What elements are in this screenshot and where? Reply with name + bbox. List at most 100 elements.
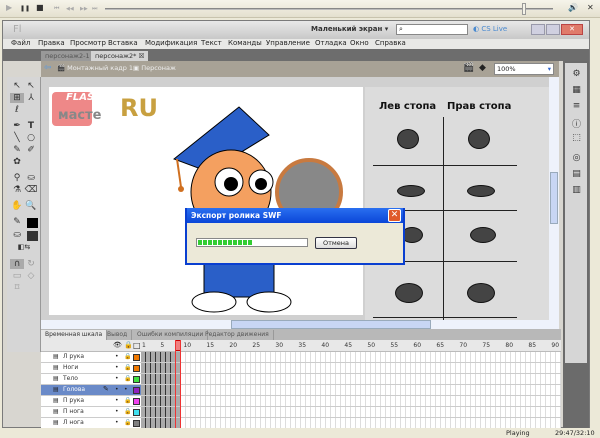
snap-magnet-icon[interactable]: ∩: [10, 259, 24, 269]
layer-color-swatch[interactable]: [133, 376, 140, 383]
swap-colors-icon[interactable]: ◧⇆: [17, 243, 31, 251]
layer-color-swatch[interactable]: [133, 354, 140, 361]
lock-icon[interactable]: 🔒: [124, 364, 131, 371]
subselection-tool-icon[interactable]: ↖: [24, 81, 38, 91]
layer-name[interactable]: П нога: [63, 408, 84, 415]
lock-icon[interactable]: 🔒: [124, 408, 131, 415]
play-button[interactable]: ▶: [6, 3, 12, 12]
free-transform-tool-icon[interactable]: ⊞: [10, 93, 24, 103]
next-button[interactable]: ⏭: [92, 5, 97, 13]
tab-motion-editor[interactable]: Редактор движения: [201, 330, 274, 340]
prev-button[interactable]: ⏮: [54, 5, 59, 13]
stroke-color-icon[interactable]: ✎: [10, 217, 24, 227]
lock-icon[interactable]: 🔒: [124, 375, 131, 382]
line-tool-icon[interactable]: ╲: [10, 133, 24, 143]
menu-debug[interactable]: Отладка: [315, 39, 347, 47]
lock-icon[interactable]: 🔒: [124, 419, 131, 426]
text-tool-icon[interactable]: T: [24, 121, 38, 131]
layer-row[interactable]: ▤ П рука • 🔒: [41, 396, 561, 407]
tab-compiler-errors[interactable]: Ошибки компиляции: [133, 330, 209, 340]
tab-output[interactable]: Вывод: [103, 330, 133, 340]
layer-row[interactable]: ▤ Голова ✎ • •: [41, 385, 561, 396]
layer-name[interactable]: Ноги: [63, 364, 78, 371]
visibility-dot[interactable]: •: [115, 397, 119, 404]
seek-bar[interactable]: [105, 8, 553, 10]
horizontal-scrollbar[interactable]: [41, 320, 559, 329]
cs-live-button[interactable]: ◐ CS Live: [473, 25, 507, 33]
maximize-button[interactable]: [546, 24, 560, 35]
pen-tool-icon[interactable]: ✒: [10, 121, 24, 131]
transform-icon[interactable]: ⬚: [571, 133, 582, 143]
visibility-dot[interactable]: •: [115, 408, 119, 415]
deco-tool-icon[interactable]: ✿: [10, 157, 24, 167]
menu-window[interactable]: Окно: [350, 39, 369, 47]
3d-rotation-tool-icon[interactable]: ⅄: [24, 93, 38, 103]
cancel-button[interactable]: Отмена: [315, 237, 357, 249]
lock-icon[interactable]: 🔒: [124, 397, 131, 404]
menu-file[interactable]: Файл: [11, 39, 30, 47]
vertical-scrollbar[interactable]: [549, 77, 559, 320]
stage[interactable]: FLASH масте RU: [49, 87, 363, 315]
hand-tool-icon[interactable]: ✋: [10, 201, 24, 211]
menu-modify[interactable]: Модификация: [145, 39, 197, 47]
seek-thumb[interactable]: [522, 3, 526, 15]
paint-bucket-tool-icon[interactable]: ⛀: [24, 173, 38, 183]
fill-color-swatch[interactable]: [27, 231, 38, 241]
align-icon[interactable]: ≡: [571, 101, 582, 111]
lock-icon[interactable]: 🔒: [124, 341, 133, 349]
visibility-dot[interactable]: •: [115, 353, 119, 360]
pencil-tool-icon[interactable]: ✎: [10, 145, 24, 155]
menu-text[interactable]: Текст: [201, 39, 222, 47]
distort-icon[interactable]: ◇: [24, 271, 38, 281]
oval-tool-icon[interactable]: ○: [24, 133, 38, 143]
lock-icon[interactable]: •: [124, 386, 128, 393]
layer-name[interactable]: Тело: [63, 375, 78, 382]
stroke-color-swatch[interactable]: [27, 218, 38, 228]
eye-icon[interactable]: 👁: [113, 341, 122, 349]
visibility-dot[interactable]: •: [115, 364, 119, 371]
zoom-tool-icon[interactable]: 🔍: [24, 201, 38, 211]
layer-row[interactable]: ▤ Тело • 🔒: [41, 374, 561, 385]
menu-insert[interactable]: Вставка: [108, 39, 138, 47]
search-input[interactable]: ⌕: [396, 24, 468, 35]
layer-color-swatch[interactable]: [133, 420, 140, 427]
tab-timeline[interactable]: Временная шкала: [41, 330, 108, 340]
menu-commands[interactable]: Команды: [228, 39, 262, 47]
motion-presets-icon[interactable]: ◎: [571, 153, 582, 163]
stop-button[interactable]: ■: [36, 3, 44, 12]
menu-view[interactable]: Просмотр: [70, 39, 106, 47]
workspace-select[interactable]: Маленький экран ▾: [311, 25, 388, 33]
speaker-icon[interactable]: 🔊: [568, 3, 578, 12]
doc-tab-personazh2[interactable]: персонаж2* ☒: [91, 51, 149, 61]
selection-tool-icon[interactable]: ↖: [10, 81, 24, 91]
fill-color-icon[interactable]: ⛀: [10, 230, 24, 240]
edit-symbol-icon[interactable]: ◆: [479, 63, 486, 73]
properties-icon[interactable]: ⚙: [571, 69, 582, 79]
components-icon[interactable]: ▤: [571, 169, 582, 179]
close-button[interactable]: ✕: [561, 24, 583, 35]
layer-color-swatch[interactable]: [133, 365, 140, 372]
layer-row[interactable]: ▤ Л рука • 🔒: [41, 352, 561, 363]
scale-icon[interactable]: ▭: [10, 271, 24, 281]
layer-row[interactable]: ▤ Ноги • 🔒: [41, 363, 561, 374]
layer-name[interactable]: Л нога: [63, 419, 84, 426]
close-player-button[interactable]: ✕: [587, 3, 594, 12]
dialog-close-button[interactable]: ✕: [388, 209, 401, 222]
back-arrow-icon[interactable]: ⇦: [44, 63, 52, 73]
layer-color-swatch[interactable]: [133, 398, 140, 405]
eyedropper-tool-icon[interactable]: ⚗: [10, 185, 24, 195]
component-inspector-icon[interactable]: ▥: [571, 185, 582, 195]
layer-name[interactable]: Л рука: [63, 353, 84, 360]
menu-edit[interactable]: Правка: [38, 39, 65, 47]
edit-scene-icon[interactable]: 🎬: [463, 63, 474, 73]
visibility-dot[interactable]: •: [115, 419, 119, 426]
lock-icon[interactable]: 🔒: [124, 353, 131, 360]
layer-color-swatch[interactable]: [133, 409, 140, 416]
eraser-tool-icon[interactable]: ⌫: [24, 185, 38, 195]
info-icon[interactable]: ⓘ: [571, 117, 582, 130]
pause-button[interactable]: ❚❚: [20, 5, 30, 12]
visibility-dot[interactable]: •: [115, 386, 119, 393]
bone-tool-icon[interactable]: ⚲: [10, 173, 24, 183]
menu-control[interactable]: Управление: [266, 39, 310, 47]
brush-tool-icon[interactable]: ✐: [24, 145, 38, 155]
